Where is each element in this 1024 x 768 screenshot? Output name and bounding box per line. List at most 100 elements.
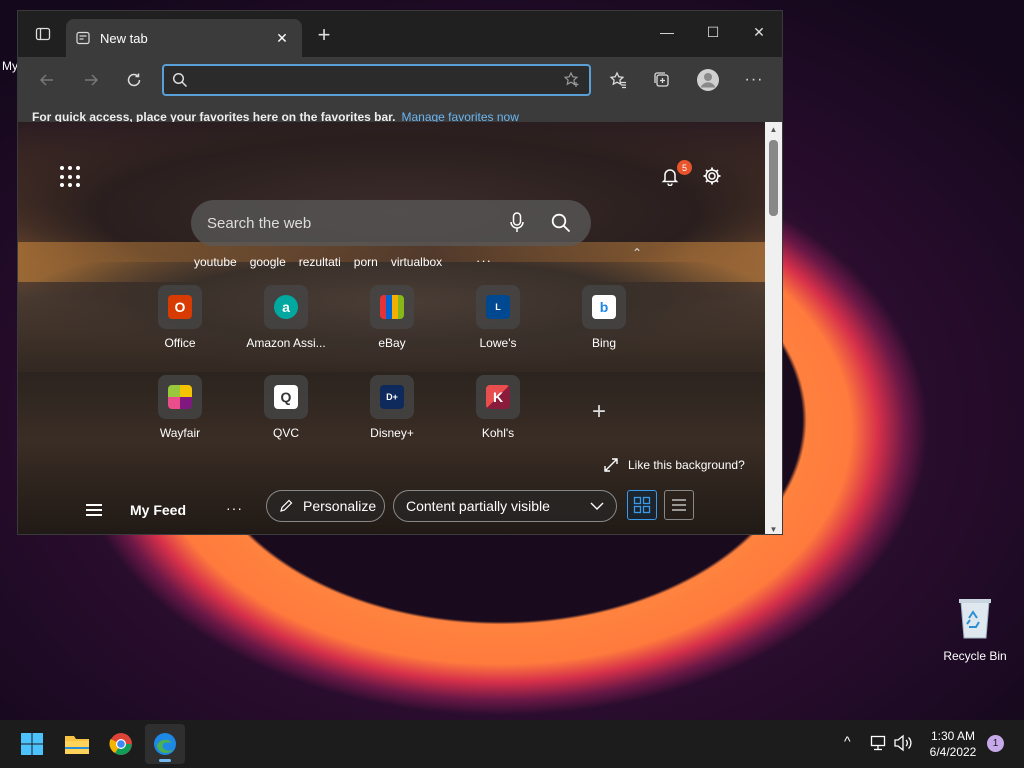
forward-arrow-icon [85,74,99,86]
feed-more-button[interactable]: ··· [226,500,243,516]
tab-new-tab[interactable]: New tab ✕ [66,19,302,57]
quick-link-qvc[interactable]: Q QVC [241,375,331,440]
quick-link-amazon-assistant[interactable]: a Amazon Assi... [241,285,331,350]
tile-icon-box: D+ [370,375,414,419]
back-arrow-icon [39,74,53,86]
trending-search-item[interactable]: youtube [194,255,237,269]
scroll-up-arrow-icon[interactable]: ▲ [765,122,782,136]
scrollbar-thumb[interactable] [769,140,778,216]
quick-link-office[interactable]: O Office [135,285,225,350]
show-hidden-icons-button[interactable]: ^ [844,733,851,749]
page-scrollbar[interactable]: ▲ ▼ [765,122,782,534]
tile-icon-box: K [476,375,520,419]
web-search-input[interactable] [207,214,503,232]
disney-plus-icon: D+ [380,385,404,409]
web-search-submit-button[interactable] [547,213,575,233]
feed-menu-button[interactable] [86,504,102,519]
collections-button[interactable] [647,65,677,95]
address-input[interactable] [196,72,563,88]
tab-bar: New tab ✕ + — ☐ ✕ [18,11,782,57]
lowes-icon: L [486,295,510,319]
favorites-button[interactable] [603,65,633,95]
tile-icon-box: a [264,285,308,329]
scroll-down-arrow-icon[interactable]: ▼ [765,522,782,534]
close-window-button[interactable]: ✕ [736,11,782,53]
quick-link-label: Disney+ [370,426,414,440]
tab-close-button[interactable]: ✕ [272,30,292,47]
collapse-chevron-up-icon[interactable]: ⌃ [632,246,642,260]
clock-time: 1:30 AM [930,729,976,743]
trending-search-item[interactable]: rezultati [299,255,341,269]
tab-actions-button[interactable] [26,17,60,51]
bing-icon: b [592,295,616,319]
file-explorer-button[interactable] [57,724,97,764]
profile-button[interactable] [693,65,723,95]
maximize-button[interactable]: ☐ [690,11,736,53]
my-feed-tab[interactable]: My Feed [130,502,186,518]
collections-icon [654,72,669,87]
quick-link-label: eBay [378,336,406,350]
office-icon: O [168,295,192,319]
like-background-label: Like this background? [628,458,745,472]
grid-layout-icon [633,496,651,514]
chrome-button[interactable] [101,724,141,764]
app-launcher-button[interactable] [60,166,82,188]
add-favorite-star-icon[interactable] [563,71,581,89]
notification-center-badge[interactable]: 1 [987,735,1004,752]
profile-avatar-icon [697,69,719,91]
trending-search-item[interactable]: porn [354,255,378,269]
folder-icon [65,736,89,754]
edge-button[interactable] [145,724,185,764]
new-tab-button[interactable]: + [310,21,338,49]
quick-link-label: Amazon Assi... [246,336,326,350]
trending-more-button[interactable]: ··· [476,253,492,268]
grid-view-button[interactable] [627,490,657,520]
trending-search-item[interactable]: google [250,255,286,269]
feed-bar: My Feed ··· Personalize Content partiall… [18,488,766,534]
search-icon [172,72,188,88]
volume-button[interactable] [893,734,913,755]
quick-link-kohls[interactable]: K Kohl's [453,375,543,440]
recycle-bin-desktop-icon[interactable]: Recycle Bin [940,596,1010,663]
desktop-icon-label-partial[interactable]: My [2,59,18,73]
page-settings-button[interactable] [700,164,724,188]
minimize-button[interactable]: — [644,11,690,53]
add-site-button[interactable]: + [592,398,606,426]
trending-search-item[interactable]: virtualbox [391,255,442,269]
quick-link-label: Lowe's [479,336,517,350]
new-tab-page: 5 youtube google rezultati porn virtualb… [18,122,766,534]
quick-link-label: Bing [591,336,617,350]
voice-search-button[interactable] [503,212,531,234]
quick-link-disney-plus[interactable]: D+ Disney+ [347,375,437,440]
qvc-icon: Q [274,385,298,409]
back-button[interactable] [32,65,62,95]
like-background-link[interactable]: Like this background? [604,458,745,472]
quick-link-wayfair[interactable]: Wayfair [135,375,225,440]
personalize-button[interactable]: Personalize [266,490,385,522]
network-icon [870,735,886,751]
tab-title: New tab [100,30,148,46]
forward-button[interactable] [76,65,106,95]
address-bar[interactable] [162,64,591,96]
gear-icon [703,167,721,185]
trending-searches: youtube google rezultati porn virtualbox [194,255,455,269]
quick-link-lowes[interactable]: L Lowe's [453,285,543,350]
system-clock[interactable]: 1:30 AM 6/4/2022 [918,728,988,760]
favorites-star-icon [609,71,626,89]
start-button[interactable] [12,724,52,764]
recycle-bin-icon [959,599,991,639]
network-button[interactable] [870,734,888,755]
quick-link-ebay[interactable]: eBay [347,285,437,350]
content-visibility-dropdown[interactable]: Content partially visible [393,490,617,522]
quick-link-label: Office [164,336,196,350]
windows-logo-icon [21,733,43,755]
quick-link-bing[interactable]: b Bing [559,285,649,350]
web-search-box[interactable] [191,200,591,246]
settings-more-button[interactable]: ··· [739,65,769,95]
expand-arrows-icon [604,458,618,472]
list-view-button[interactable] [664,490,694,520]
chrome-icon [109,733,132,755]
tile-icon-box: Q [264,375,308,419]
refresh-button[interactable] [119,65,149,95]
content-visibility-value: Content partially visible [406,498,550,514]
